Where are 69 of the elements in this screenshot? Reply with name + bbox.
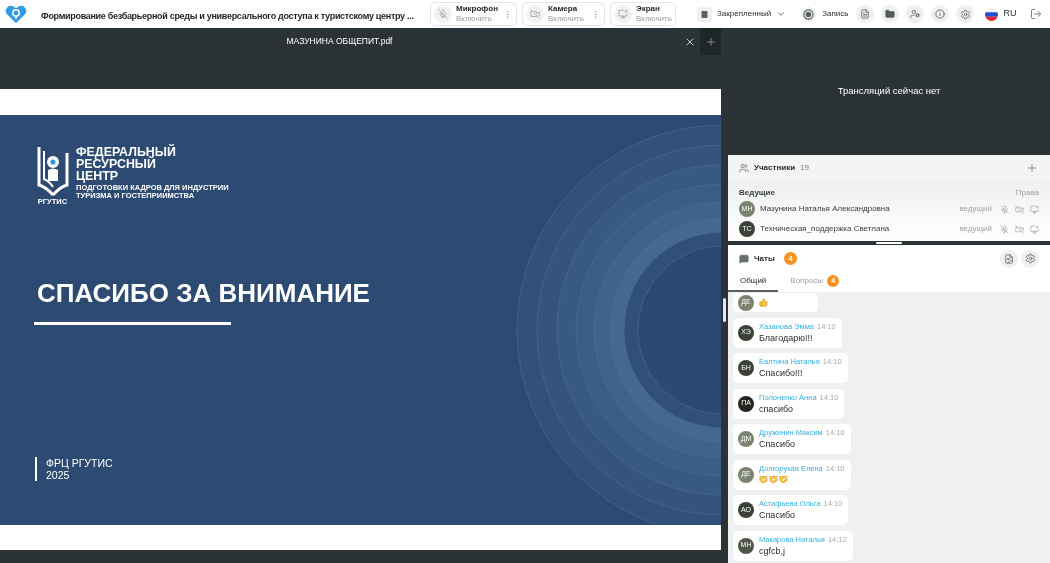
participant-name: Техническая_поддержка Светлана xyxy=(760,223,890,235)
document-title: МАЗУНИНА ОБЩЕПИТ.pdf xyxy=(285,35,394,48)
screen-share-off-icon[interactable] xyxy=(1030,204,1039,214)
organization-text: ФРЦ РГУТИС xyxy=(46,457,113,469)
message-text: Спасибо xyxy=(759,509,796,521)
no-broadcast-text: Трансляций сейчас нет xyxy=(837,84,941,99)
pinned-layout-icon xyxy=(697,6,712,22)
rights-label: Права xyxy=(1015,187,1039,199)
people-icon xyxy=(739,162,749,173)
logo-icon xyxy=(5,5,27,23)
participants-title: Участники xyxy=(754,161,796,174)
camera-off-icon[interactable] xyxy=(1015,204,1024,214)
document-icon xyxy=(1004,253,1014,264)
message-text: Спасибо xyxy=(759,438,796,450)
handshake-icon xyxy=(779,475,788,484)
camera-off-icon[interactable] xyxy=(1015,224,1024,234)
microphone-button[interactable]: Микрофон Включить xyxy=(430,2,517,26)
settings-button[interactable] xyxy=(956,5,975,23)
role-label: ведущий xyxy=(959,223,992,235)
camera-button[interactable]: Камера Включить xyxy=(522,2,605,26)
export-button[interactable] xyxy=(1000,249,1018,268)
settings-icon xyxy=(959,8,971,20)
handshake-icon xyxy=(769,475,778,484)
record-button[interactable]: Запись xyxy=(801,4,849,24)
plus-icon xyxy=(1026,161,1038,174)
user-settings-button[interactable] xyxy=(906,5,925,23)
message-text: Благодарю!!! xyxy=(759,331,813,344)
info-button[interactable] xyxy=(931,5,950,23)
record-icon xyxy=(801,6,817,22)
folder-icon xyxy=(885,9,896,19)
notes-button[interactable] xyxy=(856,5,875,23)
settings-icon xyxy=(1024,253,1036,264)
thumbs-up-icon xyxy=(759,298,768,307)
participants-count: 19 xyxy=(800,161,809,174)
language-button[interactable]: RU xyxy=(985,7,1017,21)
message-text: cgfcb,j xyxy=(759,544,785,557)
user-gear-icon xyxy=(910,9,921,19)
screen-share-off-icon xyxy=(614,5,632,23)
handshake-icon xyxy=(759,475,768,484)
resize-handle[interactable] xyxy=(723,298,726,322)
screen-button[interactable]: Экран Включить xyxy=(610,2,676,26)
flag-icon xyxy=(985,7,999,21)
settings-button[interactable] xyxy=(1021,249,1039,268)
screen-share-off-icon[interactable] xyxy=(1030,224,1039,234)
layout-select[interactable]: Закрепленный xyxy=(697,4,787,24)
logo-title: ФЕДЕРАЛЬНЫЙ РЕСУРСНЫЙ ЦЕНТР xyxy=(76,146,177,182)
info-icon xyxy=(935,9,946,19)
microphone-off-icon[interactable] xyxy=(1000,224,1009,234)
chevron-down-icon xyxy=(776,9,787,19)
slide-heading: СПАСИБО ЗА ВНИМАНИЕ xyxy=(37,278,370,308)
exit-icon xyxy=(1030,8,1043,20)
accent-bar xyxy=(35,457,37,481)
document-icon xyxy=(860,9,871,19)
microphone-off-icon xyxy=(434,5,452,23)
group-title: Ведущие xyxy=(739,187,775,199)
camera-off-icon xyxy=(526,5,544,23)
plus-icon xyxy=(704,35,717,48)
role-label: ведущий xyxy=(959,203,992,215)
chat-title: Чаты xyxy=(754,252,775,265)
year-text: 2025 xyxy=(46,469,71,481)
chat-icon xyxy=(739,253,749,264)
message-text: спасибо xyxy=(759,402,794,415)
participant-name: Мазунина Наталья Александровна xyxy=(760,203,890,215)
emblem-icon xyxy=(35,145,70,197)
microphone-off-icon[interactable] xyxy=(1000,204,1009,214)
meeting-title: Формирование безбарьерной среды и универсального доступа к туристскому центру ... xyxy=(41,11,414,21)
files-button[interactable] xyxy=(881,5,900,23)
message-text: Спасибо!!! xyxy=(759,367,803,379)
resize-handle[interactable] xyxy=(876,242,902,244)
